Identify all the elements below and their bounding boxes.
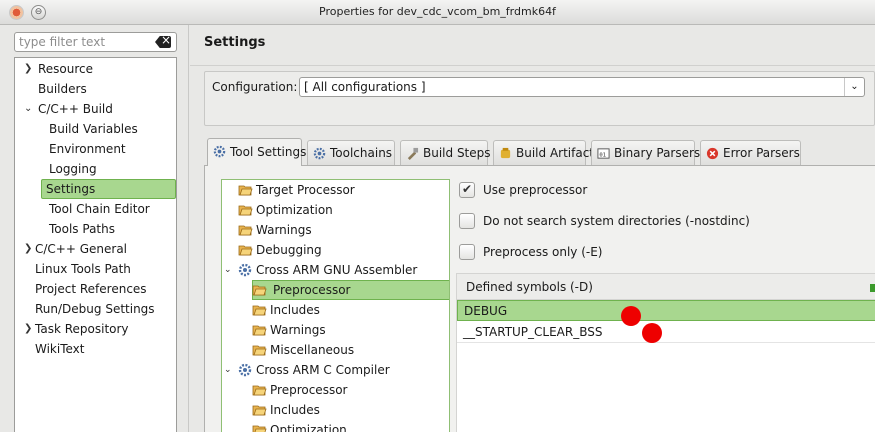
tab-tool-settings[interactable]: Tool Settings — [207, 138, 306, 166]
add-symbol-icon[interactable] — [870, 284, 875, 292]
tool-tree-item[interactable]: Debugging — [238, 240, 448, 260]
folder-icon — [252, 285, 267, 296]
tool-tree-item[interactable]: Optimization — [252, 420, 448, 432]
nav-item-project-references[interactable]: Project References — [19, 279, 174, 299]
symbol-row[interactable]: __STARTUP_CLEAR_BSS — [457, 322, 875, 343]
tab-toolchains[interactable]: Toolchains — [307, 140, 395, 165]
svg-text:01: 01 — [599, 152, 606, 158]
nav-item-tools-paths[interactable]: Tools Paths — [19, 219, 174, 239]
folder-icon — [252, 425, 267, 432]
nav-item-resource[interactable]: ❯ Resource — [19, 59, 174, 79]
tool-tree-item[interactable]: Warnings — [252, 320, 448, 340]
tab-build-artifact[interactable]: Build Artifact — [493, 140, 594, 165]
tool-tree-item[interactable]: Preprocessor — [238, 280, 449, 300]
nostdinc-checkbox[interactable] — [459, 213, 475, 229]
tab-bar: Tool Settings Toolchains Build Steps Bui… — [204, 138, 875, 166]
title-bar: ⊖ Properties for dev_cdc_vcom_bm_frdmk64… — [0, 0, 875, 25]
chevron-down-icon[interactable]: ⌄ — [24, 99, 32, 119]
page-title: Settings — [204, 35, 266, 50]
gear-icon — [238, 363, 252, 377]
folder-icon — [252, 405, 267, 416]
red-marker — [621, 306, 641, 326]
tool-tree: Target Processor Optimization Warnings D… — [221, 179, 450, 432]
nav-item-cpp-build[interactable]: ⌄ C/C++ Build — [19, 99, 174, 119]
binary-parsers-icon: 01 — [597, 148, 610, 159]
chevron-down-icon[interactable]: ⌄ — [844, 78, 864, 96]
folder-icon — [252, 345, 267, 356]
clear-filter-icon[interactable] — [155, 36, 171, 48]
folder-icon — [252, 325, 267, 336]
nav-item-task-repository[interactable]: ❯ Task Repository — [19, 319, 174, 339]
left-panel: ❯ Resource Builders ⌄ C/C++ Build Build … — [0, 25, 189, 432]
settings-panel: Settings Configuration: [ All configurat… — [190, 25, 875, 432]
configuration-label: Configuration: — [212, 80, 298, 94]
tool-tree-item[interactable]: Preprocessor — [252, 380, 448, 400]
nav-item-wikitext[interactable]: WikiText — [19, 339, 174, 359]
folder-icon — [252, 305, 267, 316]
nav-item-run-debug-settings[interactable]: Run/Debug Settings — [19, 299, 174, 319]
tab-build-steps[interactable]: Build Steps — [400, 140, 491, 165]
tool-settings-content: Target Processor Optimization Warnings D… — [204, 165, 875, 432]
defined-symbols-header: Defined symbols (-D) — [457, 273, 875, 300]
tool-tree-item[interactable]: Includes — [252, 300, 448, 320]
tab-error-parsers[interactable]: Error Parsers — [700, 140, 801, 165]
chevron-down-icon[interactable]: ⌄ — [224, 360, 232, 380]
folder-icon — [252, 385, 267, 396]
nav-item-linux-tools-path[interactable]: Linux Tools Path — [19, 259, 174, 279]
configuration-select[interactable]: [ All configurations ] ⌄ — [299, 77, 865, 97]
nav-item-builders[interactable]: Builders — [19, 79, 174, 99]
configuration-group: Configuration: [ All configurations ] ⌄ — [204, 71, 875, 126]
nav-item-cpp-general[interactable]: ❯ C/C++ General — [19, 239, 174, 259]
tool-tree-c-compiler[interactable]: ⌄ Cross ARM C Compiler — [224, 360, 448, 380]
nav-item-logging[interactable]: Logging — [19, 159, 174, 179]
build-artifact-icon — [500, 147, 511, 159]
error-parsers-icon — [706, 147, 719, 160]
tool-settings-icon — [213, 145, 226, 158]
tool-tree-item[interactable]: Warnings — [238, 220, 448, 240]
nav-item-tool-chain-editor[interactable]: Tool Chain Editor — [19, 199, 174, 219]
tab-binary-parsers[interactable]: 01 Binary Parsers — [591, 140, 700, 165]
preprocess-only-checkbox[interactable] — [459, 244, 475, 260]
nav-item-environment[interactable]: Environment — [19, 139, 174, 159]
property-tree: ❯ Resource Builders ⌄ C/C++ Build Build … — [14, 57, 177, 432]
use-preprocessor-checkbox[interactable] — [459, 182, 475, 198]
filter-box — [14, 32, 177, 52]
tool-tree-item[interactable]: Target Processor — [238, 180, 448, 200]
gear-icon — [238, 263, 252, 277]
folder-icon — [238, 185, 253, 196]
nav-item-build-variables[interactable]: Build Variables — [19, 119, 174, 139]
filter-input[interactable] — [15, 33, 155, 51]
chevron-right-icon[interactable]: ❯ — [24, 59, 32, 79]
window-title: Properties for dev_cdc_vcom_bm_frdmk64f — [319, 5, 556, 18]
divider — [190, 65, 875, 66]
tool-tree-assembler[interactable]: ⌄ Cross ARM GNU Assembler — [224, 260, 448, 280]
tool-tree-item[interactable]: Includes — [252, 400, 448, 420]
chevron-right-icon[interactable]: ❯ — [24, 319, 32, 339]
folder-icon — [238, 205, 253, 216]
red-marker — [642, 323, 662, 343]
chevron-right-icon[interactable]: ❯ — [24, 239, 32, 259]
build-steps-icon — [407, 147, 419, 160]
nav-item-settings[interactable]: Settings — [41, 179, 176, 199]
chevron-down-icon[interactable]: ⌄ — [224, 260, 232, 280]
tool-tree-item[interactable]: Optimization — [238, 200, 448, 220]
folder-icon — [238, 245, 253, 256]
tool-tree-item[interactable]: Miscellaneous — [252, 340, 448, 360]
toolchains-icon — [313, 147, 326, 160]
symbol-row[interactable]: DEBUG — [457, 300, 875, 321]
defined-symbols-list: Defined symbols (-D) DEBUG __STARTUP_CLE… — [456, 273, 875, 432]
configuration-value: [ All configurations ] — [304, 80, 426, 94]
folder-icon — [238, 225, 253, 236]
